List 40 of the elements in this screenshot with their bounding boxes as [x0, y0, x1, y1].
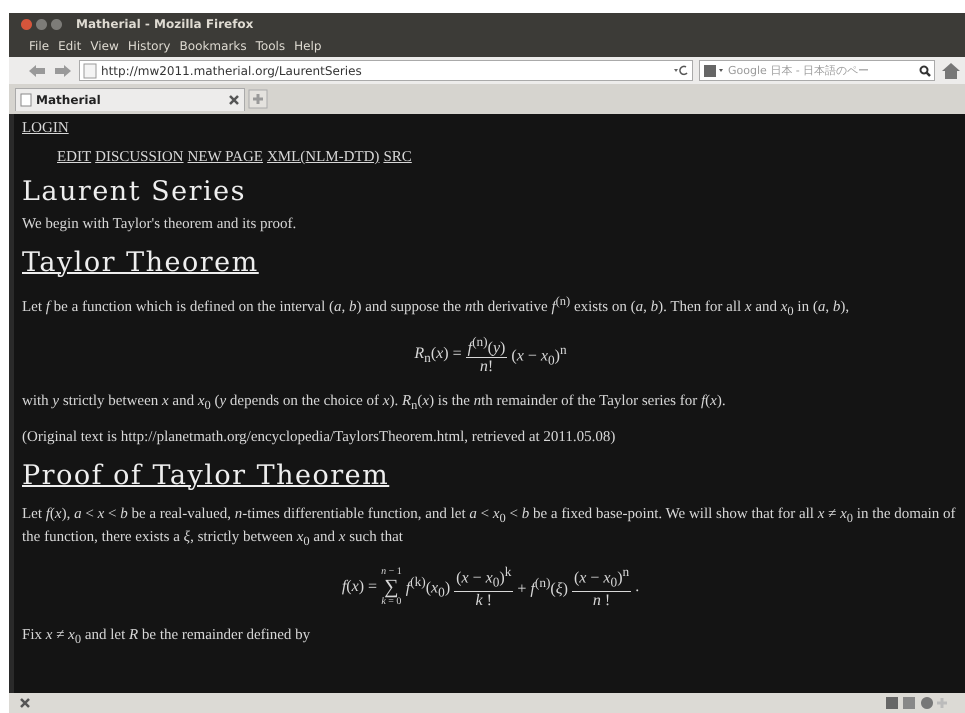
paragraph: Let f be a function which is defined on the interval (a, b) and suppose the nth derivative f$^{(n)}$ exists on (a, b). Then for all x and x$_{0}$ in (a, b),	[22, 293, 850, 320]
new-tab-icon[interactable]	[248, 89, 268, 109]
menu-item[interactable]: Tools	[256, 39, 286, 53]
login-link[interactable]: LOGIN	[22, 120, 69, 136]
menu-item[interactable]: Bookmarks	[180, 39, 247, 53]
page-action-link[interactable]: EDIT	[57, 149, 92, 166]
paragraph: Let f(x), a < x < b be a real-valued, n-times differentiable function, and let a < x$_{0}$ < b be a fixed base-point. We will show that for all x ≠ x$_{0}$ in the domain of the function, there exists a ξ, strictly between x$_{0}$ and x such that	[22, 505, 957, 550]
back-icon[interactable]	[27, 62, 47, 78]
page-icon	[20, 92, 32, 106]
browser-tab[interactable]: Matherial	[15, 88, 245, 110]
home-icon[interactable]	[941, 62, 961, 80]
menu-item[interactable]: Help	[294, 39, 322, 53]
page-action-link[interactable]: XML(NLM-DTD)	[266, 149, 380, 166]
forward-icon[interactable]	[53, 62, 73, 78]
search-engine-icon	[703, 64, 725, 78]
formula: R$_{n}$(x) = f$^{(n)}$(y) n! (x − x$_{0}$)$^{n}$	[413, 334, 568, 376]
formula: f(x) = n − 1 ∑ k = 0 f$^{(k)}$(x$_{0}$) (x − x$_{0}$)$^{k}$ k ! + f$^{(n)}$(ξ) (x − x$_{0}$)$^{n}$ n ! .	[340, 564, 640, 610]
address-field[interactable]: http://mw2011.matherial.org/LaurentSeries	[79, 60, 693, 81]
close-icon[interactable]	[228, 94, 240, 106]
minimize-icon[interactable]	[36, 18, 47, 30]
close-icon[interactable]	[19, 697, 31, 709]
menu-item[interactable]: Edit	[58, 39, 82, 53]
page-action-link[interactable]: NEW PAGE	[188, 149, 263, 166]
paragraph: with y strictly between x and x$_{0}$ (y depends on the choice of x). R$_{n}$(x) is the nth remainder of the Taylor series for f(x).	[22, 392, 727, 414]
paragraph: Fix x ≠ x$_{0}$ and let R be the remainder defined by	[22, 626, 312, 648]
search-icon[interactable]	[919, 64, 931, 76]
section-heading: Proof of Taylor Theorem	[22, 460, 390, 492]
paragraph: We begin with Taylor's theorem and its proof.	[22, 215, 298, 234]
page-action-link[interactable]: DISCUSSION	[95, 149, 184, 166]
paragraph: (Original text is http://planetmath.org/encyclopedia/TaylorsTheorem.html, retrieved at 2011.05.08)	[22, 428, 616, 448]
page-title: Laurent Series	[22, 176, 247, 207]
section-heading: Taylor Theorem	[22, 247, 260, 278]
page-action-link[interactable]: SRC	[383, 149, 412, 166]
menu-item[interactable]: History	[128, 39, 171, 53]
close-icon[interactable]	[21, 18, 32, 30]
menu-item[interactable]: File	[29, 39, 50, 53]
menu-item[interactable]: View	[90, 39, 119, 53]
page-icon	[83, 62, 97, 78]
maximize-icon[interactable]	[51, 18, 62, 30]
window-title: Matherial - Mozilla Firefox	[76, 17, 254, 31]
